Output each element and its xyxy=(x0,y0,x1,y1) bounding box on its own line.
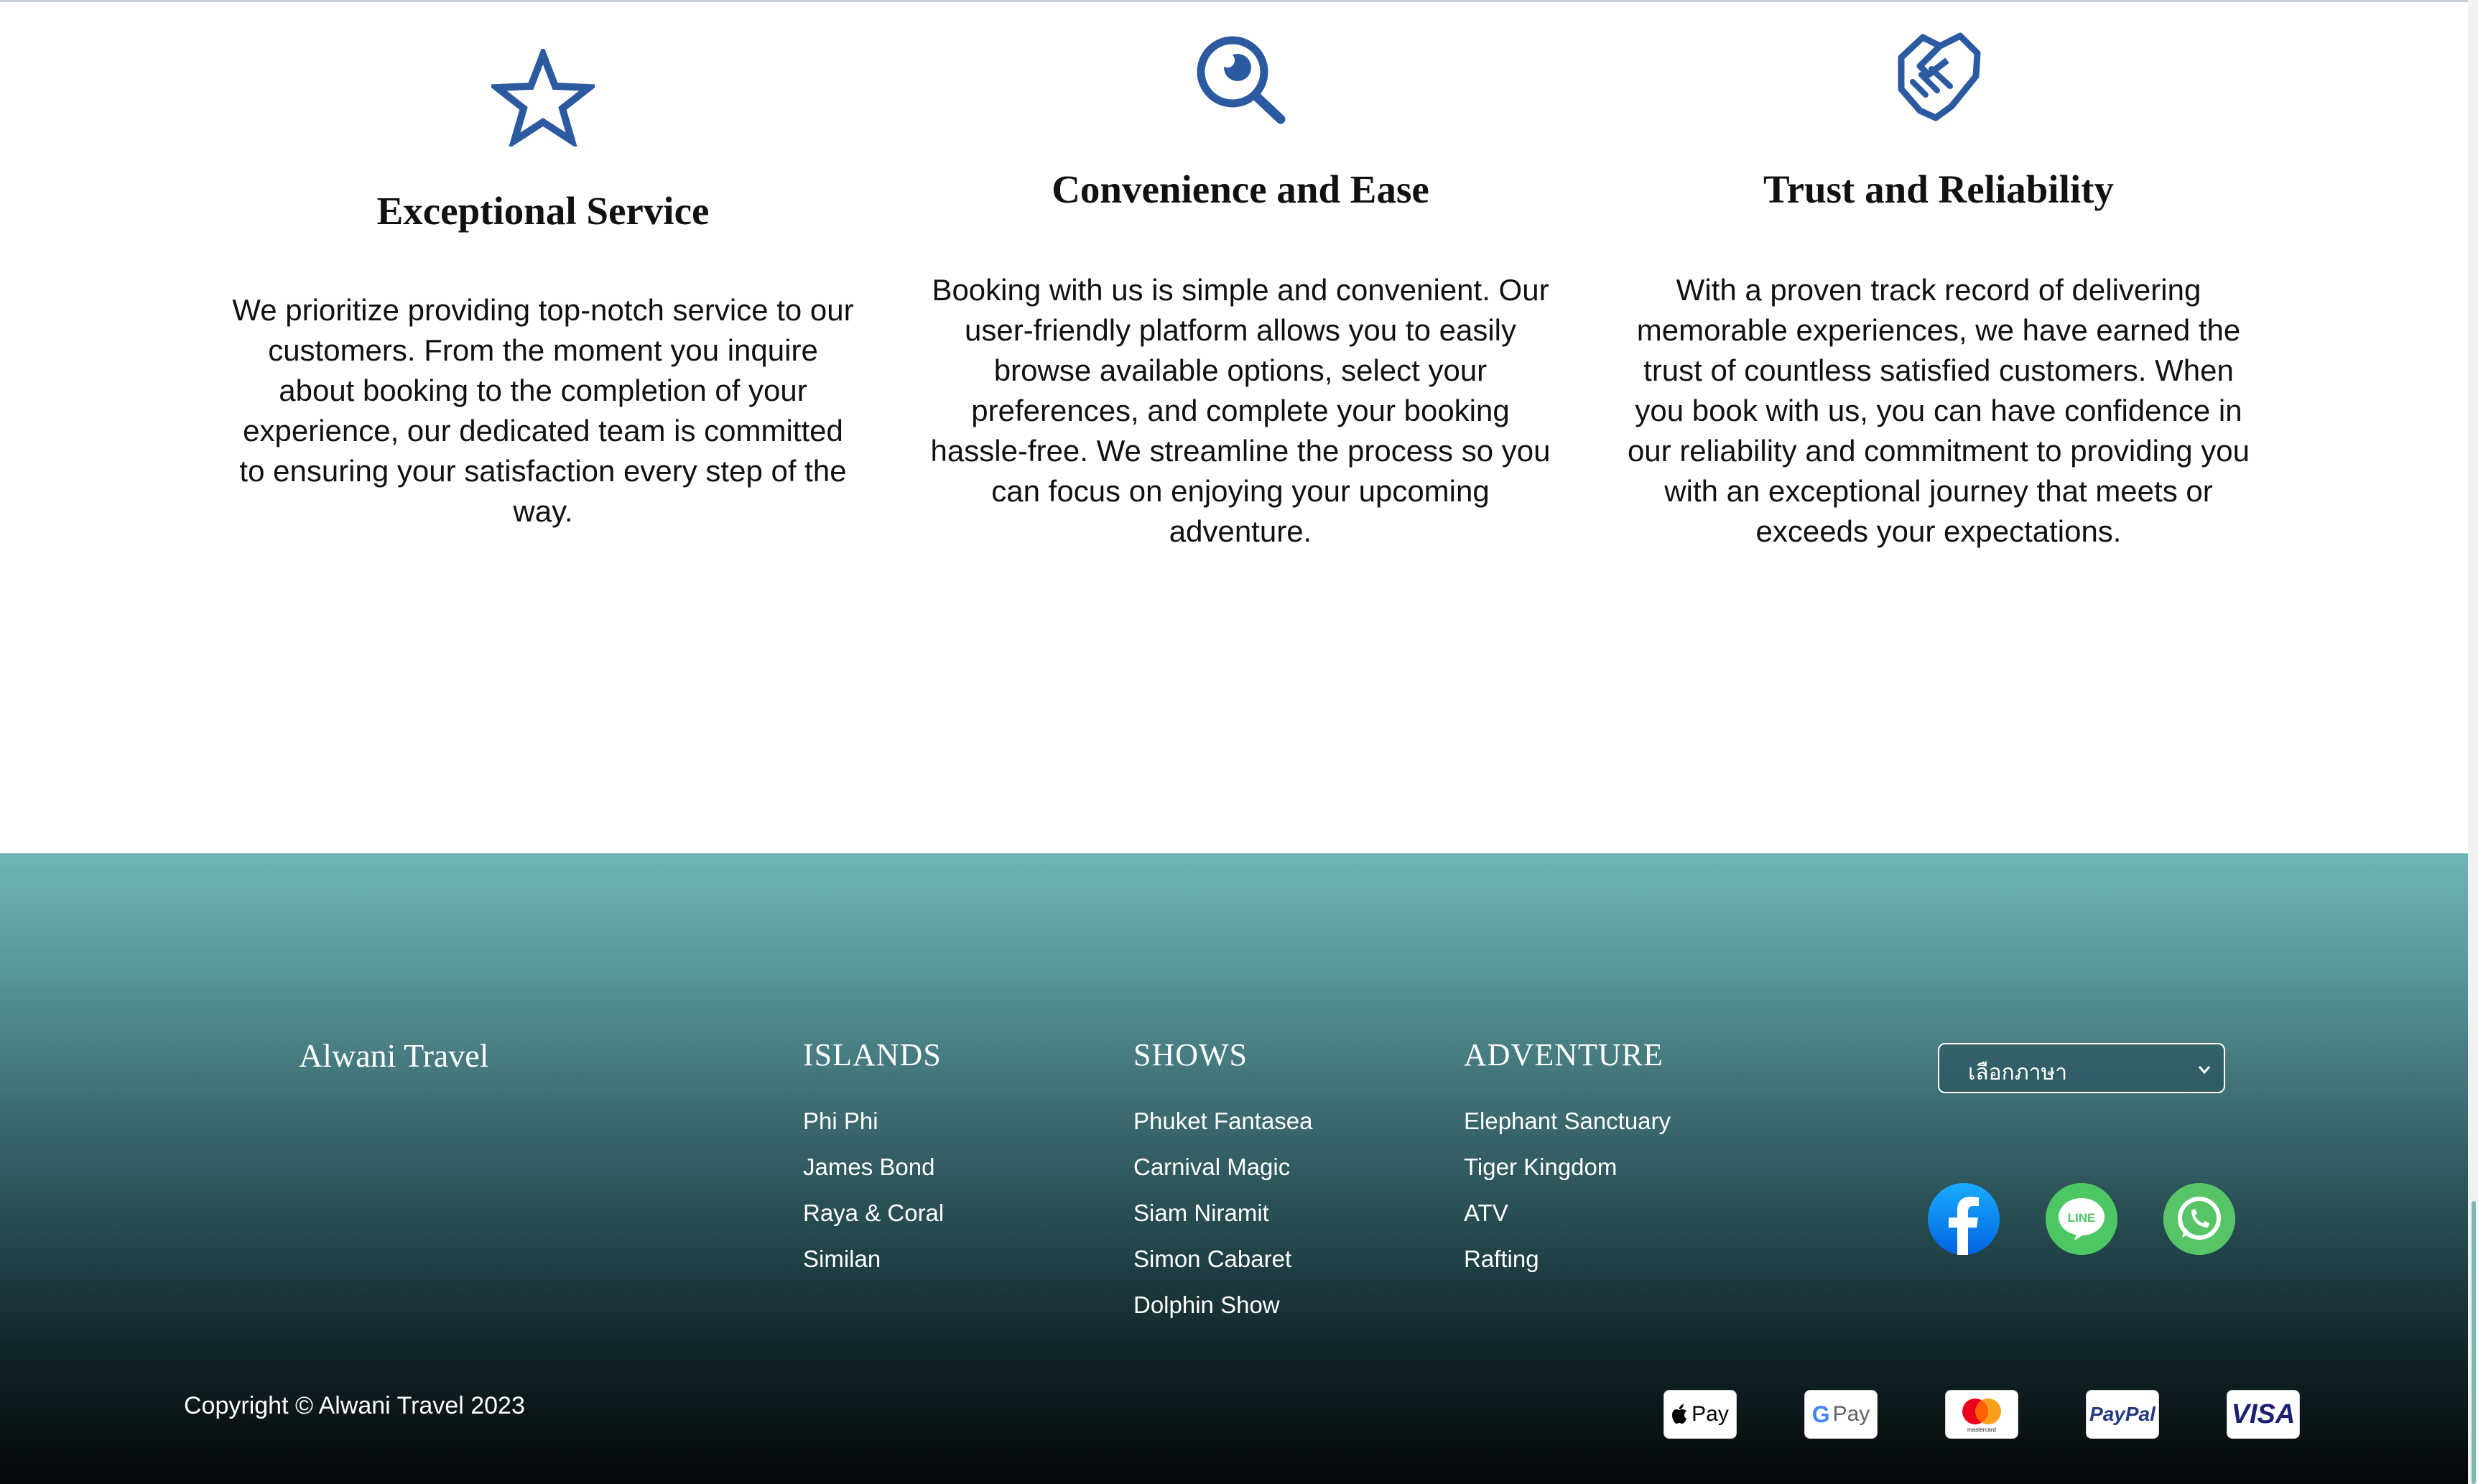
footer-link[interactable]: Tiger Kingdom xyxy=(1464,1144,1671,1190)
visa-icon: VISA xyxy=(2227,1390,2300,1439)
feature-trust: Trust and Reliability With a proven trac… xyxy=(1611,0,2266,853)
footer-link[interactable]: James Bond xyxy=(803,1144,944,1190)
chevron-down-icon xyxy=(2196,1062,2212,1077)
feature-title: Trust and Reliability xyxy=(1763,167,2114,211)
google-pay-icon: G Pay xyxy=(1804,1390,1878,1439)
line-icon[interactable]: LINE xyxy=(2046,1183,2117,1255)
site-footer: Alwani Travel ISLANDS Phi Phi James Bond… xyxy=(0,853,2468,1484)
copyright-text: Copyright © Alwani Travel 2023 xyxy=(184,1392,525,1419)
handshake-icon xyxy=(1891,32,1985,124)
footer-column-heading: SHOWS xyxy=(1133,1037,1248,1072)
search-icon xyxy=(1193,33,1288,125)
apple-pay-icon: Pay xyxy=(1663,1390,1737,1439)
language-select[interactable]: เลือกภาษา xyxy=(1938,1043,2225,1093)
footer-link[interactable]: Raya & Coral xyxy=(803,1190,944,1236)
footer-column-shows: SHOWS Phuket Fantasea Carnival Magic Sia… xyxy=(1133,1037,1313,1328)
features-section: Exceptional Service We prioritize provid… xyxy=(0,0,2468,853)
footer-column-heading: ISLANDS xyxy=(803,1037,942,1072)
feature-description: We prioritize providing top-notch servic… xyxy=(232,293,854,528)
feature-convenience: Convenience and Ease Booking with us is … xyxy=(913,0,1568,853)
footer-link[interactable]: Dolphin Show xyxy=(1133,1282,1313,1328)
footer-column-islands: ISLANDS Phi Phi James Bond Raya & Coral … xyxy=(803,1037,944,1282)
feature-description: Booking with us is simple and convenient… xyxy=(930,273,1551,548)
paypal-icon: PayPal xyxy=(2086,1390,2159,1439)
footer-link[interactable]: Siam Niramit xyxy=(1133,1190,1313,1236)
footer-link[interactable]: Phuket Fantasea xyxy=(1133,1098,1313,1144)
footer-column-heading: ADVENTURE xyxy=(1464,1037,1663,1072)
feature-title: Convenience and Ease xyxy=(1052,167,1429,211)
footer-link[interactable]: ATV xyxy=(1464,1190,1671,1236)
footer-link[interactable]: Phi Phi xyxy=(803,1098,944,1144)
language-select-value: เลือกภาษา xyxy=(1968,1061,2068,1085)
feature-title: Exceptional Service xyxy=(376,189,710,233)
whatsapp-icon[interactable] xyxy=(2163,1183,2235,1255)
footer-brand[interactable]: Alwani Travel xyxy=(299,1037,489,1075)
footer-link[interactable]: Elephant Sanctuary xyxy=(1464,1098,1671,1144)
mastercard-icon: mastercard xyxy=(1945,1390,2018,1439)
footer-link[interactable]: Similan xyxy=(803,1236,944,1282)
svg-text:mastercard: mastercard xyxy=(1967,1427,1996,1433)
svg-text:LINE: LINE xyxy=(2068,1211,2096,1225)
facebook-icon[interactable] xyxy=(1928,1183,2000,1255)
scrollbar-thumb[interactable] xyxy=(2472,1201,2476,1484)
footer-link[interactable]: Rafting xyxy=(1464,1236,1671,1282)
feature-description: With a proven track record of delivering… xyxy=(1627,273,2250,548)
footer-link[interactable]: Simon Cabaret xyxy=(1133,1236,1313,1282)
footer-link[interactable]: Carnival Magic xyxy=(1133,1144,1313,1190)
footer-column-adventure: ADVENTURE Elephant Sanctuary Tiger Kingd… xyxy=(1464,1037,1671,1282)
feature-exceptional-service: Exceptional Service We prioritize provid… xyxy=(215,0,871,853)
star-icon xyxy=(487,45,599,149)
